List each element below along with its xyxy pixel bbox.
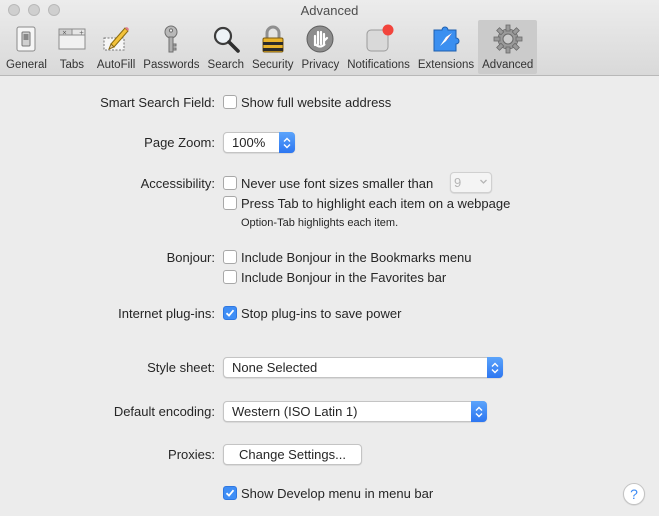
- bonjour-label: Bonjour:: [166, 250, 215, 265]
- press-tab-checkbox[interactable]: [223, 196, 237, 210]
- general-switch-icon: [9, 22, 43, 56]
- chevron-updown-icon: [279, 132, 295, 153]
- show-full-address-text: Show full website address: [241, 95, 392, 110]
- tab-general-label: General: [6, 59, 47, 71]
- show-develop-menu-checkbox[interactable]: [223, 486, 237, 500]
- preferences-window: Advanced General × + Tabs AutoFill Passw…: [0, 0, 659, 516]
- tab-extensions-label: Extensions: [417, 59, 475, 71]
- tab-privacy-label: Privacy: [301, 59, 340, 71]
- checkmark-icon: [225, 309, 235, 317]
- tab-advanced-label: Advanced: [482, 59, 534, 71]
- style-sheet-value: None Selected: [232, 360, 318, 375]
- tab-notifications[interactable]: Notifications: [343, 20, 414, 74]
- stop-plugins-text: Stop plug-ins to save power: [241, 306, 402, 321]
- min-font-size-checkbox[interactable]: [223, 176, 237, 190]
- style-sheet-popup[interactable]: None Selected: [223, 357, 503, 378]
- tab-advanced[interactable]: Advanced: [478, 20, 538, 74]
- stop-plugins-checkbox[interactable]: [223, 306, 237, 320]
- press-tab-text: Press Tab to highlight each item on a we…: [241, 196, 511, 211]
- autofill-pencil-icon: [99, 22, 133, 56]
- plugins-label: Internet plug-ins:: [118, 306, 215, 321]
- bonjour-favorites-checkbox[interactable]: [223, 270, 237, 284]
- help-button[interactable]: ?: [623, 483, 645, 505]
- key-icon: [154, 22, 188, 56]
- notification-badge-icon: [362, 22, 396, 56]
- default-encoding-label: Default encoding:: [113, 404, 215, 419]
- tab-extensions[interactable]: Extensions: [414, 20, 478, 74]
- tab-passwords-label: Passwords: [143, 59, 200, 71]
- tab-security[interactable]: Security: [248, 20, 298, 74]
- chevron-updown-icon: [487, 357, 503, 378]
- default-encoding-value: Western (ISO Latin 1): [232, 404, 358, 419]
- smart-search-label: Smart Search Field:: [100, 95, 215, 110]
- tab-notifications-label: Notifications: [347, 59, 410, 71]
- title-bar: Advanced General × + Tabs AutoFill Passw…: [0, 0, 659, 76]
- option-tab-note: Option-Tab highlights each item.: [241, 217, 399, 229]
- bonjour-bookmarks-text: Include Bonjour in the Bookmarks menu: [241, 250, 472, 265]
- magnifier-icon: [209, 22, 243, 56]
- puzzle-compass-icon: [429, 22, 463, 56]
- padlock-icon: [256, 22, 290, 56]
- tab-tabs-label: Tabs: [59, 59, 85, 71]
- tab-privacy[interactable]: Privacy: [298, 20, 344, 74]
- bonjour-favorites-text: Include Bonjour in the Favorites bar: [241, 270, 447, 285]
- checkmark-icon: [225, 489, 235, 497]
- tab-autofill-label: AutoFill: [96, 59, 136, 71]
- tab-search-label: Search: [207, 59, 244, 71]
- tab-security-label: Security: [251, 59, 294, 71]
- show-full-address-checkbox[interactable]: [223, 95, 237, 109]
- tab-search[interactable]: Search: [204, 20, 248, 74]
- page-zoom-label: Page Zoom:: [144, 135, 215, 150]
- tabs-icon: × +: [55, 22, 89, 56]
- proxies-label: Proxies:: [168, 447, 215, 462]
- min-font-size-text: Never use font sizes smaller than: [241, 176, 434, 191]
- gear-icon: [491, 22, 525, 56]
- tab-tabs[interactable]: × + Tabs: [51, 20, 93, 74]
- window-title: Advanced: [300, 3, 359, 18]
- hand-icon: [303, 22, 337, 56]
- page-zoom-popup[interactable]: 100%: [223, 132, 295, 153]
- change-settings-button[interactable]: Change Settings...: [223, 444, 362, 465]
- accessibility-label: Accessibility:: [140, 176, 215, 191]
- tab-general[interactable]: General: [2, 20, 51, 74]
- page-zoom-value: 100%: [232, 135, 266, 150]
- tab-passwords[interactable]: Passwords: [139, 20, 203, 74]
- tab-autofill[interactable]: AutoFill: [93, 20, 139, 74]
- min-font-size-popup[interactable]: 9: [450, 172, 492, 193]
- show-develop-menu-text: Show Develop menu in menu bar: [241, 486, 434, 501]
- svg-text:×: ×: [62, 30, 67, 37]
- style-sheet-label: Style sheet:: [147, 360, 215, 375]
- chevron-updown-icon: [471, 401, 487, 422]
- chevron-down-icon: [479, 175, 488, 192]
- default-encoding-popup[interactable]: Western (ISO Latin 1): [223, 401, 487, 422]
- svg-text:+: +: [79, 30, 84, 37]
- min-font-size-value: 9: [454, 175, 462, 190]
- preferences-toolbar: General × + Tabs AutoFill Passwords Sear…: [2, 20, 538, 74]
- bonjour-bookmarks-checkbox[interactable]: [223, 250, 237, 264]
